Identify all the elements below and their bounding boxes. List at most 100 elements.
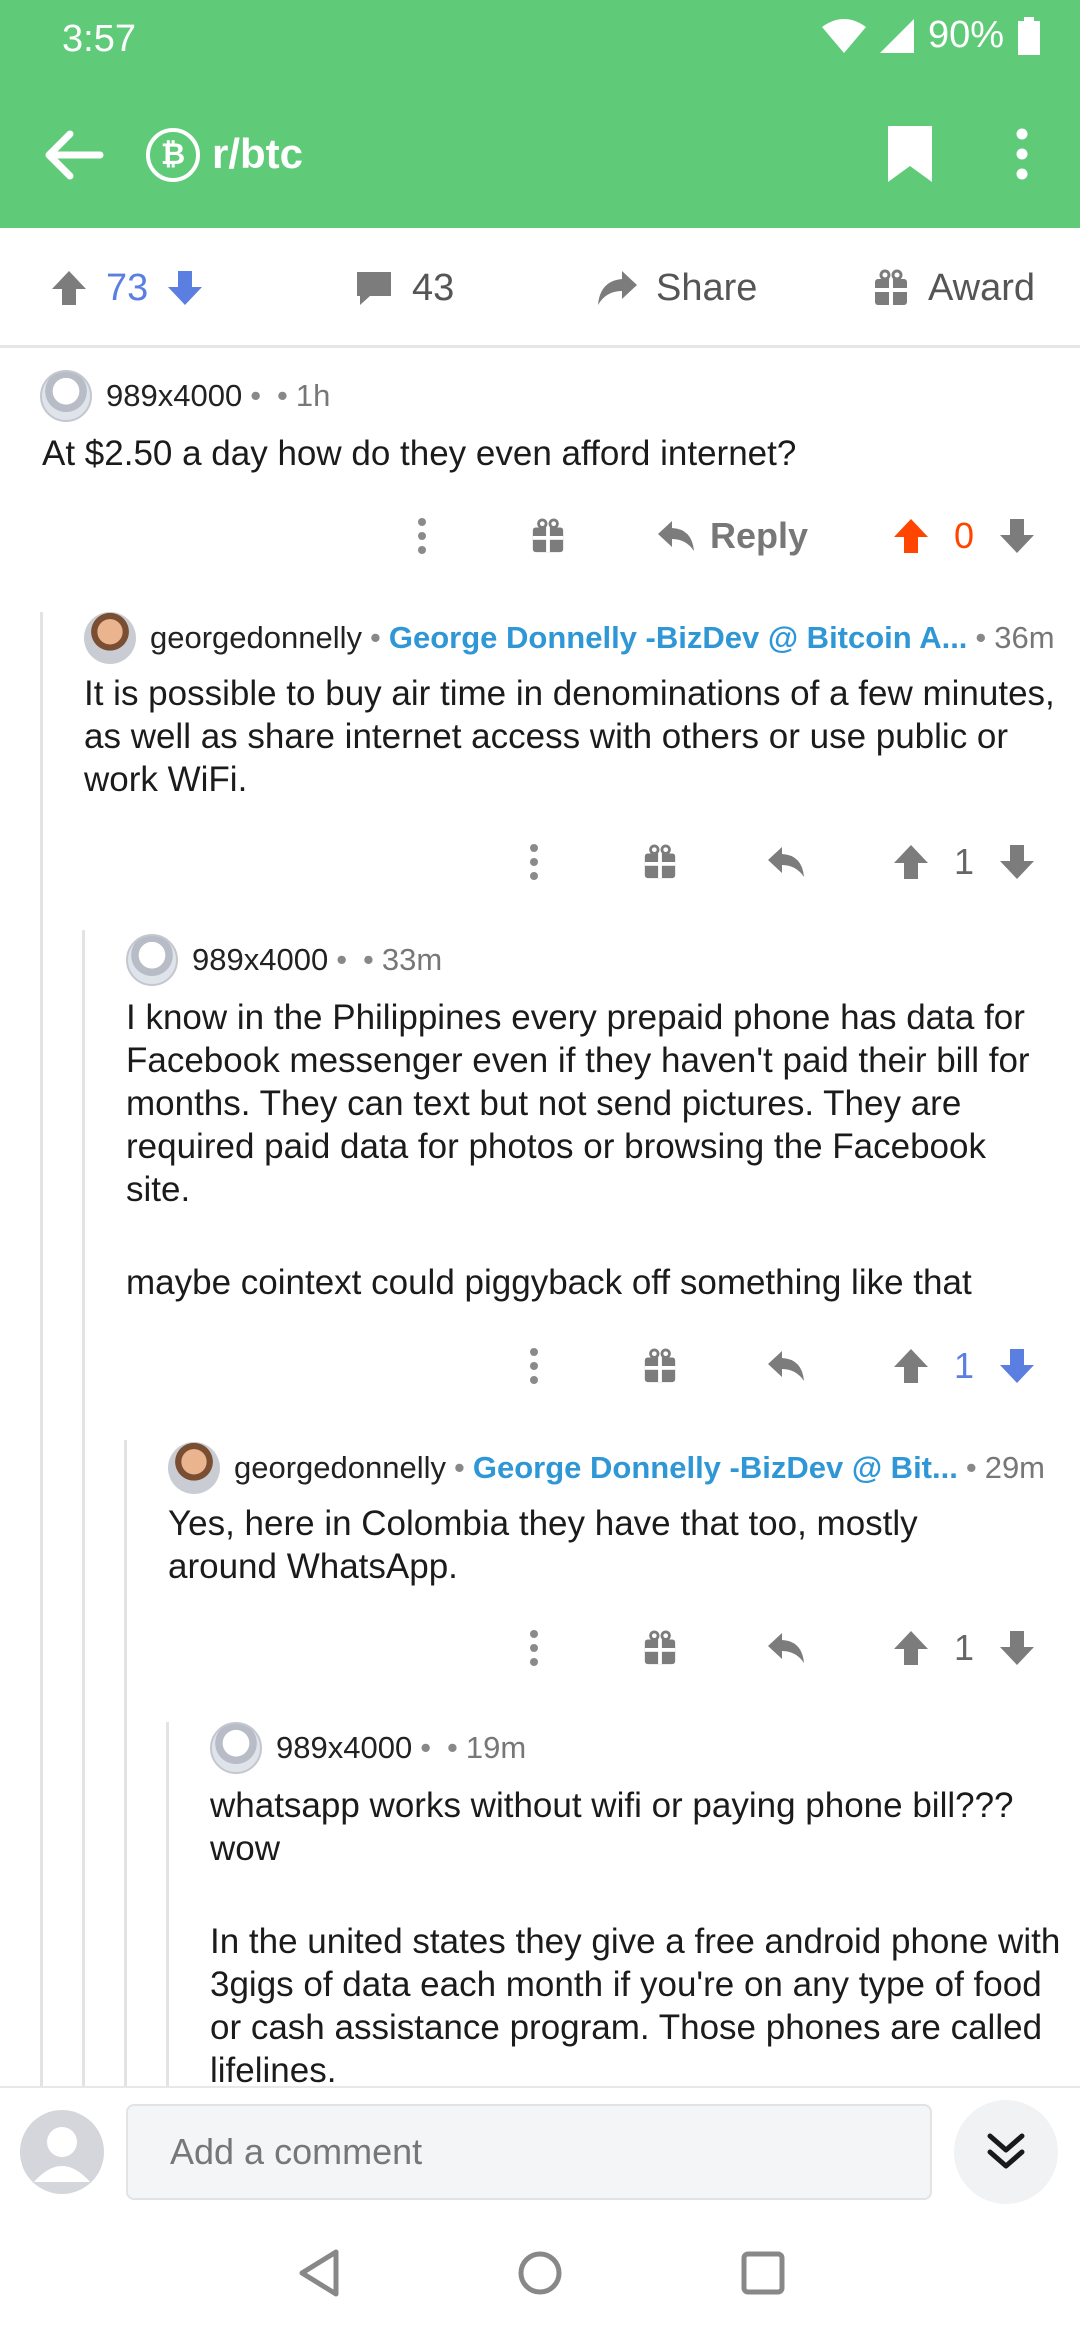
bookmark-icon[interactable] [888,126,932,182]
nav-home-icon[interactable] [516,2248,564,2298]
subreddit-name[interactable]: r/btc [212,130,303,178]
upvote-icon[interactable] [892,832,930,892]
reply-button[interactable]: Reply [656,506,808,566]
more-options-icon[interactable] [524,1618,544,1678]
avatar[interactable] [84,612,136,664]
comments-count-button[interactable]: 43 [354,228,454,348]
thread-line[interactable] [166,1722,169,2086]
comment-paragraph: In the united states they give a free an… [210,1922,1061,2086]
comment-age: 19m [465,1730,527,1765]
more-options-icon[interactable] [524,832,544,892]
user-flair: George Donnelly -BizDev @ Bit... [472,1450,958,1485]
award-label: Award [928,266,1036,309]
comment-author[interactable]: 989x4000 [106,378,242,414]
nav-recents-icon[interactable] [740,2248,786,2298]
downvote-icon[interactable] [998,506,1036,566]
toolbar: ₿ r/btc [0,100,1080,210]
comment-actions: Reply 0 [0,506,1080,566]
gift-icon[interactable] [642,832,678,892]
reply-icon[interactable] [766,1336,806,1396]
comment-meta: 989x4000 • • 33m [126,934,442,986]
subreddit-icon[interactable]: ₿ [146,128,200,182]
status-icons: 90% [821,14,1040,57]
thread-line[interactable] [124,1440,127,2086]
default-avatar-icon [34,2127,90,2182]
comment-paragraph: maybe cointext could piggyback off somet… [126,1263,972,1302]
wifi-icon [821,18,866,53]
downvote-icon[interactable] [998,832,1036,892]
downvote-icon[interactable] [166,269,204,307]
comment-bubble-icon [357,272,391,305]
reply-icon [658,521,694,551]
reply-icon[interactable] [766,832,806,892]
separator-dot: • [250,378,262,413]
comment-meta: 989x4000 • • 1h [40,370,330,422]
separator-dot: • [370,620,381,655]
comment-body: Yes, here in Colombia they have that too… [168,1502,1028,1588]
separator-dot: • [363,942,374,977]
avatar[interactable] [210,1722,262,1774]
comment-actions: 1 [0,1336,1080,1396]
award-button[interactable]: Award [872,228,1035,348]
double-chevron-down-icon [987,2133,1025,2169]
more-options-icon[interactable] [524,1336,544,1396]
upvote-icon[interactable] [50,269,88,307]
share-icon [598,271,637,305]
status-bar: 3:57 90% [0,0,1080,80]
more-options-icon[interactable] [412,506,432,566]
upvote-icon[interactable] [892,506,930,566]
avatar[interactable] [168,1442,220,1494]
separator-dot: • [277,378,288,413]
back-arrow-icon[interactable] [40,122,106,188]
comment-author[interactable]: 989x4000 [192,942,328,978]
post-action-bar: 73 43 Share Award [0,228,1080,348]
reply-label: Reply [710,515,809,556]
comment-score: 1 [954,1627,975,1668]
user-avatar[interactable] [20,2110,104,2194]
avatar[interactable] [40,370,92,422]
comment-author[interactable]: 989x4000 [276,1730,412,1766]
comment-meta: georgedonnelly • George Donnelly -BizDev… [168,1442,1045,1494]
post-vote-group: 73 [50,228,204,348]
cell-signal-icon [879,18,914,53]
post-score: 73 [106,266,149,309]
nav-back-icon[interactable] [296,2248,342,2298]
comment-body: At $2.50 a day how do they even afford i… [42,432,1042,475]
separator-dot: • [975,620,987,655]
downvote-icon[interactable] [998,1618,1036,1678]
comment-composer-bar: Add a comment [0,2086,1080,2220]
add-comment-input[interactable]: Add a comment [126,2104,932,2200]
share-button[interactable]: Share [596,228,757,348]
comment-paragraph: Yes, here in Colombia they have that too… [168,1504,918,1586]
more-options-icon[interactable] [1006,126,1038,182]
gift-icon[interactable] [530,506,566,566]
comment-body: I know in the Philippines every prepaid … [126,996,1051,1304]
comment-score: 0 [954,515,975,556]
comment-age: 29m [984,1450,1046,1485]
comment-author[interactable]: georgedonnelly [150,620,362,656]
comment-meta: 989x4000 • • 19m [210,1722,526,1774]
comment-actions: 1 [0,832,1080,892]
share-label: Share [656,266,758,309]
avatar[interactable] [126,934,178,986]
downvote-icon[interactable] [998,1336,1036,1396]
reply-icon[interactable] [766,1618,806,1678]
separator-dot: • [965,1450,977,1485]
upvote-icon[interactable] [892,1336,930,1396]
gift-icon[interactable] [642,1336,678,1396]
battery-icon [1018,16,1040,55]
separator-dot: • [454,1450,465,1485]
upvote-icon[interactable] [892,1618,930,1678]
separator-dot: • [420,1730,432,1765]
system-nav-bar [0,2220,1080,2340]
comment-paragraph: whatsapp works without wifi or paying ph… [210,1786,1014,1868]
comment-actions: 1 [0,1618,1080,1678]
jump-to-next-button[interactable] [954,2100,1058,2204]
gift-icon[interactable] [642,1618,678,1678]
app-bar: 3:57 90% ₿ r/btc [0,0,1080,228]
thread-line[interactable] [82,930,85,2086]
status-time: 3:57 [62,18,136,60]
comment-age: 36m [994,620,1055,655]
comment-author[interactable]: georgedonnelly [234,1450,446,1486]
comment-score: 1 [954,1345,975,1386]
